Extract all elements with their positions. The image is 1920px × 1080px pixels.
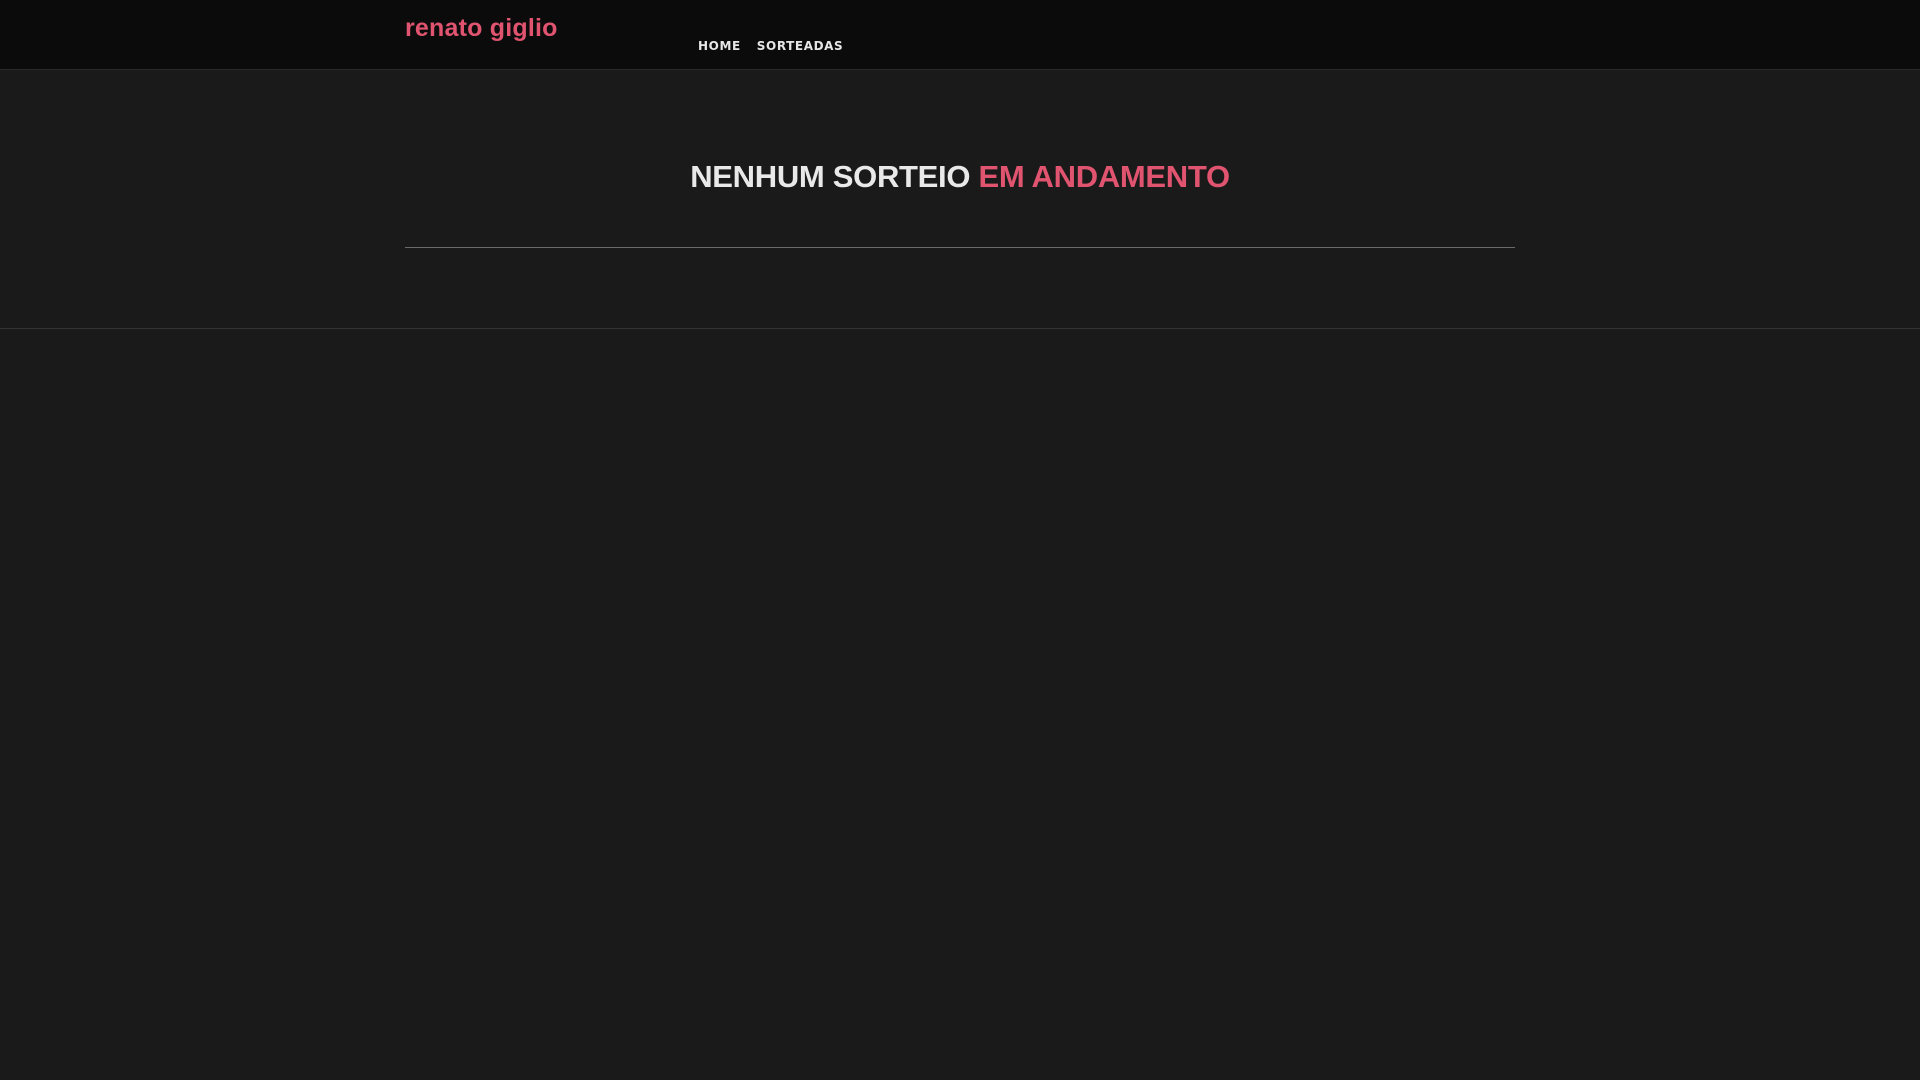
page-title: NENHUM SORTEIO EM ANDAMENTO bbox=[0, 161, 1920, 192]
nav-link-home[interactable]: HOME bbox=[698, 39, 741, 53]
nav-link-sorteadas[interactable]: SORTEADAS bbox=[757, 39, 844, 53]
nav-item-sorteadas: SORTEADAS bbox=[757, 37, 844, 55]
main-nav: HOME SORTEADAS bbox=[698, 37, 843, 55]
page-title-primary: NENHUM SORTEIO bbox=[690, 159, 971, 194]
section-divider bbox=[405, 247, 1515, 248]
hero-section: NENHUM SORTEIO EM ANDAMENTO bbox=[0, 71, 1920, 329]
top-navbar: renato giglio HOME SORTEADAS bbox=[0, 0, 1920, 70]
page-title-accent: EM ANDAMENTO bbox=[978, 159, 1231, 194]
brand-logo-link[interactable]: renato giglio bbox=[405, 14, 558, 43]
nav-item-home: HOME bbox=[698, 37, 741, 55]
